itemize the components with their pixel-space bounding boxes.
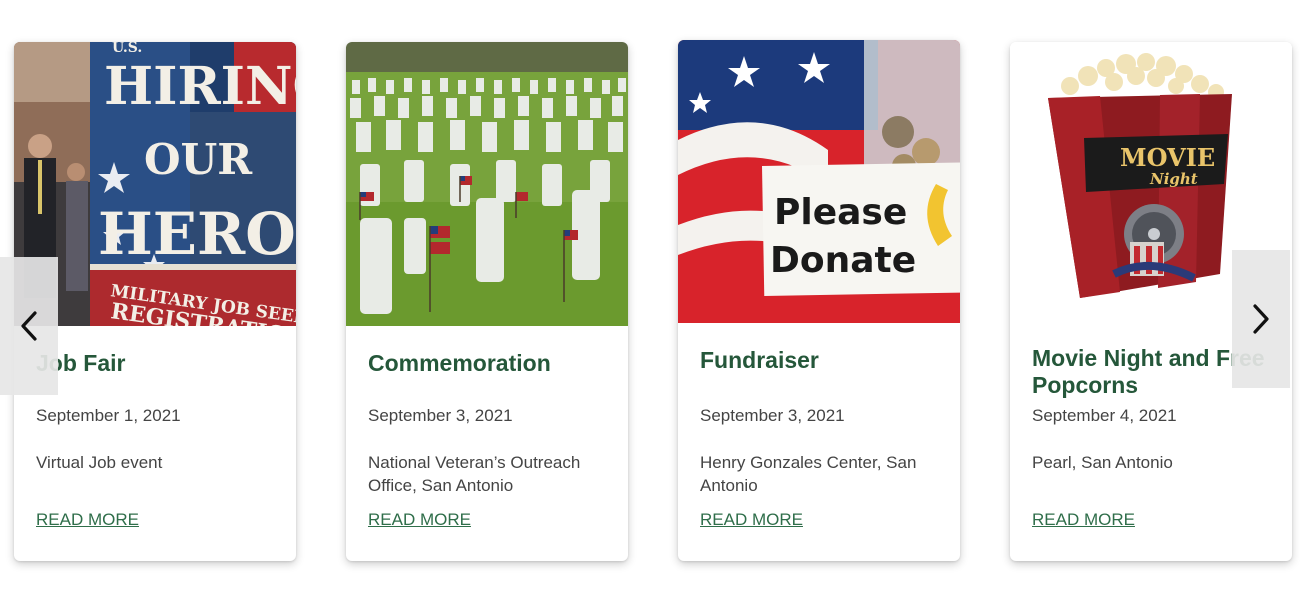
chevron-left-icon bbox=[21, 311, 37, 341]
event-location: Pearl, San Antonio bbox=[1032, 453, 1173, 472]
donate-note-line2: Donate bbox=[770, 240, 916, 281]
event-title: Job Fair bbox=[36, 350, 126, 376]
chevron-right-icon bbox=[1253, 304, 1269, 334]
event-card-commemoration: Commemoration September 3, 2021 National… bbox=[346, 42, 628, 561]
read-more-link[interactable]: READ MORE bbox=[36, 510, 139, 530]
event-image-fundraiser: Please Donate bbox=[678, 40, 960, 323]
hiring-poster-line2: OUR bbox=[144, 135, 253, 184]
event-date: September 3, 2021 bbox=[368, 406, 513, 425]
movie-box-line2: Night bbox=[1149, 170, 1198, 188]
event-image-commemoration bbox=[346, 42, 628, 326]
event-date: September 4, 2021 bbox=[1032, 406, 1177, 425]
event-location: Virtual Job event bbox=[36, 453, 163, 472]
movie-box-line1: MOVIE bbox=[1120, 143, 1215, 172]
read-more-link[interactable]: READ MORE bbox=[1032, 510, 1135, 530]
hiring-poster-line1: HIRING bbox=[104, 56, 296, 117]
read-more-link[interactable]: READ MORE bbox=[368, 510, 471, 530]
carousel-next-button[interactable] bbox=[1232, 250, 1290, 388]
event-date: September 1, 2021 bbox=[36, 406, 181, 425]
event-card-fundraiser: Please Donate Fundraiser September 3, 20… bbox=[678, 40, 960, 561]
event-title: Commemoration bbox=[368, 350, 551, 376]
event-location: Henry Gonzales Center, San Antonio bbox=[700, 453, 917, 495]
event-title: Fundraiser bbox=[700, 347, 819, 373]
event-carousel: U.S. HIRING OUR HEROES MILITARY JOB SEEK… bbox=[0, 0, 1300, 600]
event-date: September 3, 2021 bbox=[700, 406, 845, 425]
donate-note-line1: Please bbox=[774, 192, 907, 233]
carousel-prev-button[interactable] bbox=[0, 257, 58, 395]
hiring-poster-line3: HEROES bbox=[98, 200, 296, 268]
read-more-link[interactable]: READ MORE bbox=[700, 510, 803, 530]
event-location: National Veteran’s Outreach Office, San … bbox=[368, 453, 581, 495]
hiring-poster-top-text: U.S. bbox=[112, 42, 142, 56]
